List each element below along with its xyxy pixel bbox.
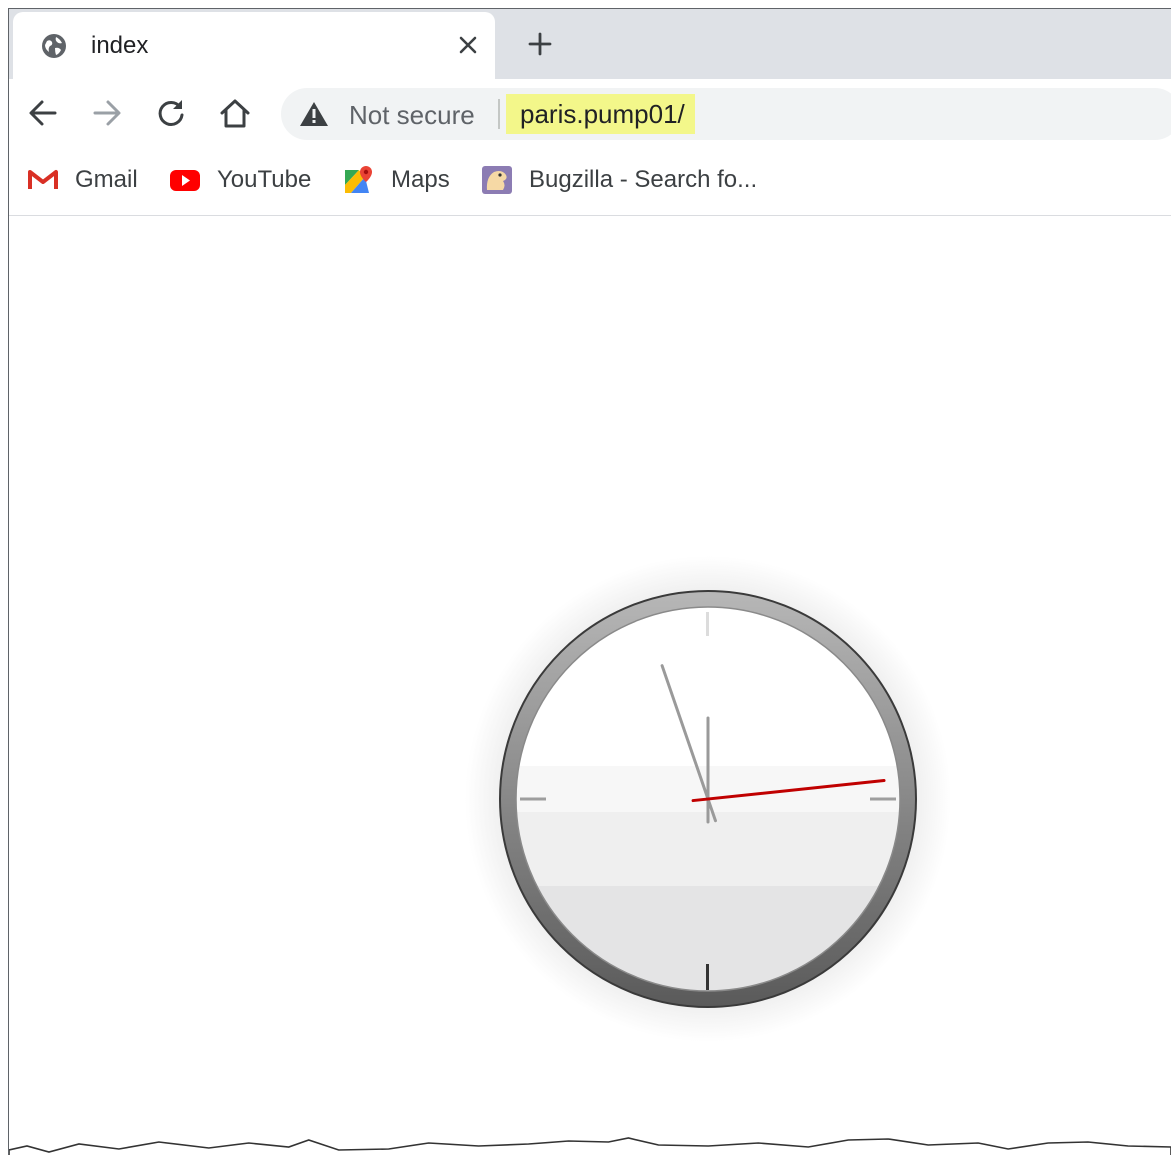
arrow-right-icon[interactable] (87, 93, 127, 133)
browser-window: index Not secure paris.pump01/ Gmail You… (8, 8, 1171, 1155)
maps-icon (345, 166, 372, 193)
close-icon[interactable] (451, 28, 485, 62)
bugzilla-icon (482, 166, 512, 194)
omnibox-divider (498, 99, 500, 129)
page-content (9, 216, 1171, 1155)
toolbar: Not secure paris.pump01/ (9, 79, 1171, 147)
tab-strip: index (9, 9, 1171, 79)
reload-icon[interactable] (151, 93, 191, 133)
tab-index[interactable]: index (13, 12, 495, 79)
address-bar[interactable]: Not secure paris.pump01/ (281, 88, 1171, 140)
bookmark-label: Bugzilla - Search fo... (529, 166, 758, 193)
tick-9 (520, 797, 546, 801)
globe-icon (42, 34, 66, 58)
analog-clock (465, 556, 951, 1042)
tab-title: index (91, 32, 149, 59)
bookmark-label: YouTube (217, 166, 312, 193)
arrow-left-icon[interactable] (23, 93, 63, 133)
warning-icon[interactable] (299, 101, 329, 127)
gmail-icon (28, 170, 58, 189)
tick-6 (706, 964, 709, 990)
torn-edge (9, 1137, 1171, 1155)
tick-12 (706, 612, 709, 636)
url-text[interactable]: paris.pump01/ (506, 94, 695, 134)
bookmarks-bar: Gmail YouTube Maps Bugzilla - Search fo.… (9, 147, 1171, 216)
home-icon[interactable] (215, 93, 255, 133)
plus-icon[interactable] (521, 25, 559, 63)
youtube-icon (170, 170, 200, 191)
security-status[interactable]: Not secure (349, 100, 475, 131)
tick-3 (870, 797, 896, 801)
bookmark-label: Gmail (75, 166, 138, 193)
bookmark-label: Maps (391, 166, 450, 193)
